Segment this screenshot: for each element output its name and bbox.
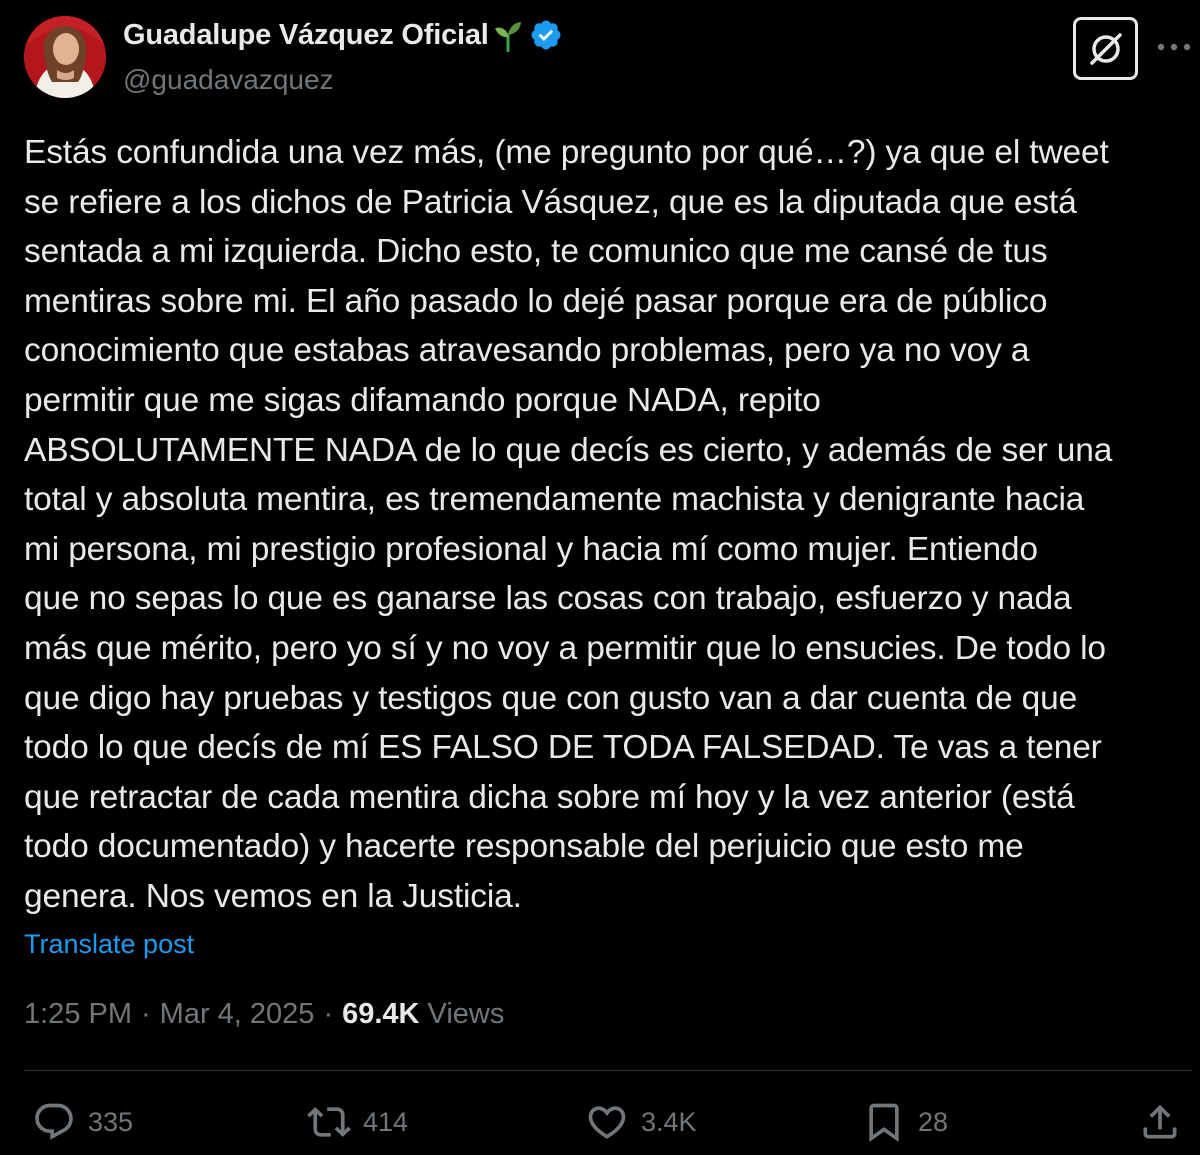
post-text-line: todo lo que decís de mí ES FALSO DE TODA… <box>24 729 1102 767</box>
post-text-line: permitir que me sigas difamando porque N… <box>24 381 821 419</box>
bookmark-icon <box>869 1103 899 1143</box>
post-text-line: total y absoluta mentira, es tremendamen… <box>24 481 1085 519</box>
like-count: 3.4K <box>641 1106 697 1137</box>
post-text-line: se refiere a los dichos de Patricia Vásq… <box>24 183 1077 221</box>
repost-button[interactable]: 414 <box>307 1099 408 1145</box>
avatar[interactable] <box>24 16 106 98</box>
post-text-line: que digo hay pruebas y testigos que con … <box>24 679 1078 717</box>
post-text-line: ABSOLUTAMENTE NADA de lo que decís es ci… <box>24 431 1113 469</box>
post-text-line: mentiras sobre mi. El año pasado lo dejé… <box>24 282 1048 320</box>
share-button[interactable] <box>1138 1099 1182 1145</box>
divider <box>24 1070 1192 1071</box>
post-text-line: genera. Nos vemos en la Justicia. <box>24 877 522 915</box>
post-text-line: mi persona, mi prestigio profesional y h… <box>24 530 1038 568</box>
author-name-row[interactable]: Guadalupe Vázquez Oficial <box>123 18 563 53</box>
reply-button[interactable]: 335 <box>32 1099 133 1145</box>
sprout-icon <box>493 18 523 53</box>
post-text-line: más que mérito, pero yo sí y no voy a pe… <box>24 629 1106 667</box>
avatar-image <box>24 16 106 98</box>
verified-icon[interactable] <box>529 18 563 52</box>
post-meta: 1:25 PM · Mar 4, 2025 · 69.4K Views <box>24 998 504 1031</box>
repost-icon <box>307 1107 351 1137</box>
author-display-name[interactable]: Guadalupe Vázquez Oficial <box>123 19 489 52</box>
meta-separator: · <box>141 998 151 1030</box>
post-date[interactable]: Mar 4, 2025 <box>160 998 315 1031</box>
like-button[interactable]: 3.4K <box>585 1099 697 1145</box>
reply-count: 335 <box>88 1106 134 1137</box>
heart-icon <box>588 1106 626 1139</box>
author-handle[interactable]: @guadavazquez <box>123 64 334 96</box>
post-text-line: conocimiento que estabas atravesando pro… <box>24 332 1030 370</box>
post-text-line: Estás confundida una vez más, (me pregun… <box>24 134 1109 171</box>
post-text-line: que retractar de cada mentira dicha sobr… <box>24 778 1075 816</box>
grok-icon <box>1089 32 1122 65</box>
post-view: Guadalupe Vázquez Oficial @guadavazquez <box>0 0 1200 1155</box>
post-text: Estás confundida una vez más, (me pregun… <box>24 128 1192 922</box>
meta-separator: · <box>323 998 334 1030</box>
views-label[interactable]: Views <box>420 998 505 1031</box>
post-time[interactable]: 1:25 PM <box>24 998 132 1031</box>
post-text-line: que no sepas lo que es ganarse las cosas… <box>24 580 1072 618</box>
more-options-button[interactable] <box>1156 32 1192 62</box>
more-horizontal-icon <box>1157 43 1191 51</box>
grok-button[interactable] <box>1073 17 1138 80</box>
translate-post-link[interactable]: Translate post <box>24 929 194 960</box>
post-text-line: sentada a mi izquierda. Dicho esto, te c… <box>24 233 1048 271</box>
share-icon <box>1143 1104 1177 1139</box>
reply-icon <box>35 1103 73 1140</box>
bookmark-button[interactable]: 28 <box>862 1099 948 1145</box>
post-text-line: todo documentado) y hacerte responsable … <box>24 828 1024 866</box>
bookmark-count: 28 <box>918 1106 949 1137</box>
repost-count: 414 <box>363 1106 409 1137</box>
views-count[interactable]: 69.4K <box>342 998 419 1031</box>
